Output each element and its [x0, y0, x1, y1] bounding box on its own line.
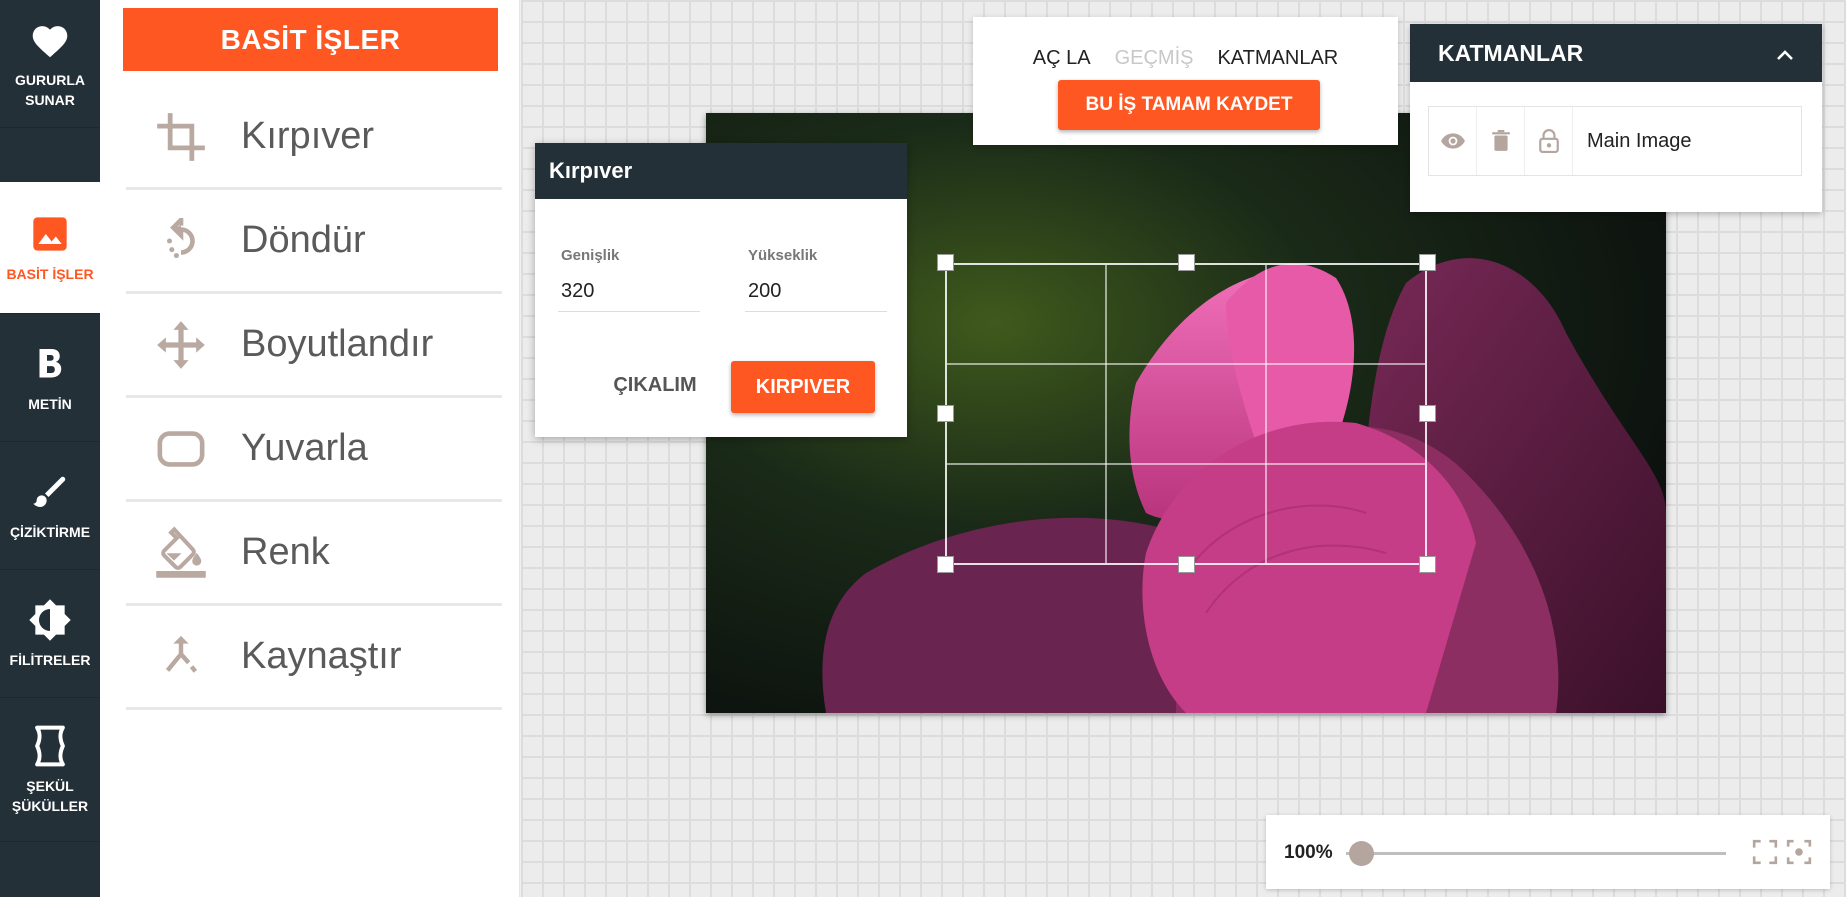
- cancel-button[interactable]: ÇIKALIM: [585, 361, 725, 409]
- crop-grid-line: [1105, 265, 1107, 563]
- brightness-icon: [28, 598, 72, 642]
- layer-name: Main Image: [1587, 129, 1692, 152]
- crop-handle-top[interactable]: [1178, 254, 1195, 271]
- tab-gecmis: GEÇMİŞ: [1114, 47, 1194, 69]
- tools-panel: BASİT İŞLER Kırpıver Döndür Boyutlandır …: [100, 0, 520, 897]
- rotate-icon: [126, 217, 236, 264]
- resize-arrows-icon: [126, 319, 236, 371]
- rail-item-metin[interactable]: METİN: [0, 314, 100, 442]
- crop-icon: [126, 111, 236, 163]
- tool-yuvarla[interactable]: Yuvarla: [126, 398, 502, 502]
- heart-icon: [28, 18, 72, 62]
- tool-kaynastir[interactable]: Kaynaştır: [126, 606, 502, 710]
- brush-icon: [28, 470, 72, 514]
- zoom-bar: 100%: [1266, 815, 1830, 889]
- zoom-value: 100%: [1284, 842, 1333, 863]
- tool-label: Renk: [241, 531, 330, 573]
- paint-bucket-icon: [126, 525, 236, 580]
- width-label: Genişlik: [561, 247, 620, 264]
- tab-katmanlar[interactable]: KATMANLAR: [1217, 47, 1338, 70]
- lock-open-icon[interactable]: [1525, 107, 1573, 175]
- rail-item-gururla-sunar[interactable]: GURURLA SUNAR: [0, 0, 100, 128]
- rail-item-label: GURURLA: [15, 71, 85, 88]
- tool-renk[interactable]: Renk: [126, 502, 502, 606]
- main-nav-rail: GURURLA SUNAR BASİT İŞLER METİN ÇİZİKTİR…: [0, 0, 100, 897]
- fit-screen-icon[interactable]: [1752, 839, 1778, 870]
- crop-dialog: Kırpıver Genişlik Yükseklik ÇIKALIM KIRP…: [535, 143, 907, 437]
- rail-item-label: METİN: [28, 395, 72, 412]
- crop-grid-line: [947, 463, 1425, 465]
- layers-panel-title: KATMANLAR: [1438, 39, 1584, 66]
- tool-label: Döndür: [241, 219, 366, 261]
- height-input[interactable]: [745, 278, 887, 312]
- trash-icon[interactable]: [1477, 107, 1525, 175]
- image-icon: [28, 212, 72, 256]
- width-input[interactable]: [558, 278, 700, 312]
- merge-icon: [126, 634, 236, 680]
- shape-icon: [28, 724, 72, 768]
- rail-item-basit-isler[interactable]: BASİT İŞLER: [0, 182, 100, 314]
- rail-item-sekul-sukuller[interactable]: ŞEKÜL ŞÜKÜLLER: [0, 698, 100, 842]
- crop-handle-top-right[interactable]: [1419, 254, 1436, 271]
- crop-handle-bottom-left[interactable]: [937, 556, 954, 573]
- eye-icon[interactable]: [1429, 107, 1477, 175]
- crop-handle-bottom-right[interactable]: [1419, 556, 1436, 573]
- zoom-slider-thumb[interactable]: [1348, 841, 1374, 866]
- rail-item-label: BASİT İŞLER: [6, 265, 94, 282]
- crop-grid-line: [947, 363, 1425, 365]
- crop-confirm-button[interactable]: KIRPIVER: [731, 361, 875, 413]
- center-focus-icon[interactable]: [1786, 839, 1812, 870]
- top-menu-tabs: AÇ LA GEÇMİŞ KATMANLAR: [973, 47, 1398, 70]
- tool-kirpiver[interactable]: Kırpıver: [126, 86, 502, 190]
- rail-item-label-2: SUNAR: [25, 91, 75, 108]
- rail-item-ciziktirme[interactable]: ÇİZİKTİRME: [0, 442, 100, 570]
- crop-handle-right[interactable]: [1419, 405, 1436, 422]
- zoom-slider-track[interactable]: [1346, 852, 1726, 855]
- layers-panel: KATMANLAR Main Image: [1410, 24, 1822, 212]
- tool-label: Boyutlandır: [241, 323, 434, 365]
- tab-acla[interactable]: AÇ LA: [1033, 47, 1091, 70]
- rail-item-label: ÇİZİKTİRME: [9, 523, 91, 540]
- crop-dialog-title: Kırpıver: [535, 143, 907, 199]
- layer-row[interactable]: Main Image: [1428, 106, 1802, 176]
- rounded-rect-icon: [126, 429, 236, 469]
- crop-handle-bottom[interactable]: [1178, 556, 1195, 573]
- tool-boyutlandir[interactable]: Boyutlandır: [126, 294, 502, 398]
- tools-panel-title: BASİT İŞLER: [123, 8, 498, 71]
- save-button[interactable]: BU İŞ TAMAM KAYDET: [1058, 80, 1320, 130]
- tool-label: Yuvarla: [241, 427, 368, 469]
- crop-handle-left[interactable]: [937, 405, 954, 422]
- tool-label: Kaynaştır: [241, 635, 402, 677]
- crop-grid-line: [1265, 265, 1267, 563]
- height-field-group: Yükseklik: [745, 247, 887, 312]
- width-field-group: Genişlik: [558, 247, 700, 312]
- rail-item-label: ŞEKÜL: [26, 777, 74, 794]
- top-menu: AÇ LA GEÇMİŞ KATMANLAR BU İŞ TAMAM KAYDE…: [973, 17, 1398, 145]
- layers-panel-header[interactable]: KATMANLAR: [1410, 24, 1822, 82]
- tool-label: Kırpıver: [241, 115, 375, 157]
- tool-dondur[interactable]: Döndür: [126, 190, 502, 294]
- height-label: Yükseklik: [748, 247, 818, 264]
- chevron-up-icon[interactable]: [1776, 40, 1794, 67]
- crop-handle-top-left[interactable]: [937, 254, 954, 271]
- rail-item-filitreler[interactable]: FİLİTRELER: [0, 570, 100, 698]
- crop-selection[interactable]: [945, 263, 1427, 565]
- bold-b-icon: [28, 342, 72, 386]
- rail-item-label: FİLİTRELER: [9, 651, 91, 668]
- rail-item-label-2: ŞÜKÜLLER: [11, 797, 89, 814]
